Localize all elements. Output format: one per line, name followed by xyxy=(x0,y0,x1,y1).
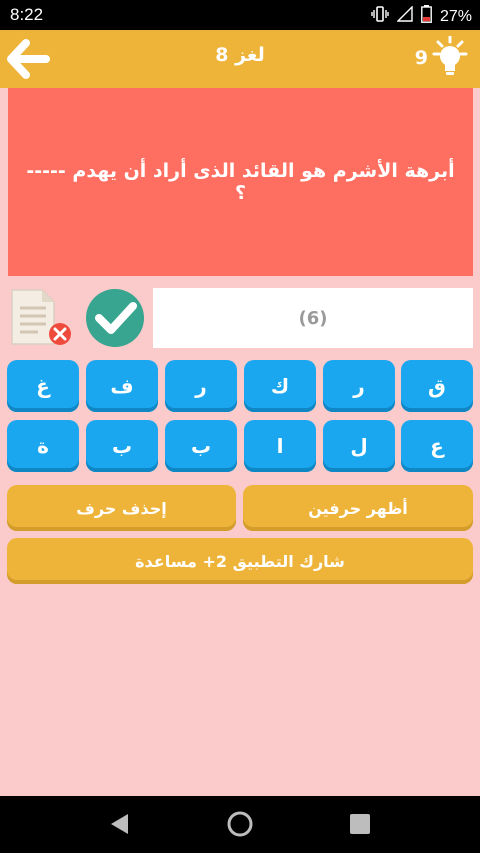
answer-input[interactable]: (6) xyxy=(153,288,473,348)
level-title: لغز 8 xyxy=(215,44,265,66)
status-indicators: 27% xyxy=(371,5,472,28)
answer-row: (6) xyxy=(8,288,473,348)
question-card: أبرهة الأشرم هو القائد الذى أراد أن يهدم… xyxy=(8,88,473,276)
reveal-two-letters-button[interactable]: أظهر حرفين xyxy=(243,485,473,531)
letter-key[interactable]: ل xyxy=(323,420,395,472)
nav-recents-button[interactable] xyxy=(349,813,371,839)
letter-key[interactable]: ب xyxy=(165,420,237,472)
status-bar: 8:22 27% xyxy=(0,0,480,30)
battery-percent: 27% xyxy=(439,7,472,25)
letter-key[interactable]: غ xyxy=(7,360,79,412)
letter-key[interactable]: ر xyxy=(323,360,395,412)
letter-key[interactable]: ف xyxy=(86,360,158,412)
lightbulb-icon xyxy=(432,36,468,75)
system-nav-bar xyxy=(0,796,480,853)
check-answer-button[interactable] xyxy=(81,288,149,348)
letter-key[interactable]: ق xyxy=(401,360,473,412)
letter-key[interactable]: ا xyxy=(244,420,316,472)
answer-length-hint: (6) xyxy=(298,307,328,329)
letter-key[interactable]: ب xyxy=(86,420,158,472)
letter-key[interactable]: ة xyxy=(7,420,79,472)
delete-document-icon xyxy=(11,289,71,345)
signal-icon xyxy=(396,5,413,27)
letter-key[interactable]: ك xyxy=(244,360,316,412)
nav-home-icon xyxy=(227,811,253,837)
clear-answer-button[interactable] xyxy=(8,288,76,348)
nav-back-button[interactable] xyxy=(108,812,130,840)
nav-back-icon xyxy=(111,814,128,834)
hint-button[interactable]: 9 xyxy=(415,36,470,80)
app-header: لغز 8 9 xyxy=(0,30,480,88)
vibrate-icon xyxy=(371,6,389,27)
nav-home-button[interactable] xyxy=(226,810,254,842)
checkmark-icon xyxy=(86,289,144,347)
letter-key[interactable]: ع xyxy=(401,420,473,472)
delete-letter-button[interactable]: إحذف حرف xyxy=(7,485,236,531)
share-app-button[interactable]: شارك التطبيق 2+ مساعدة xyxy=(7,538,473,584)
question-text: أبرهة الأشرم هو القائد الذى أراد أن يهدم… xyxy=(26,160,455,204)
nav-recents-icon xyxy=(350,814,370,834)
status-time: 8:22 xyxy=(10,5,44,24)
battery-icon xyxy=(421,5,432,28)
letter-key[interactable]: ر xyxy=(165,360,237,412)
hint-count: 9 xyxy=(414,47,428,69)
